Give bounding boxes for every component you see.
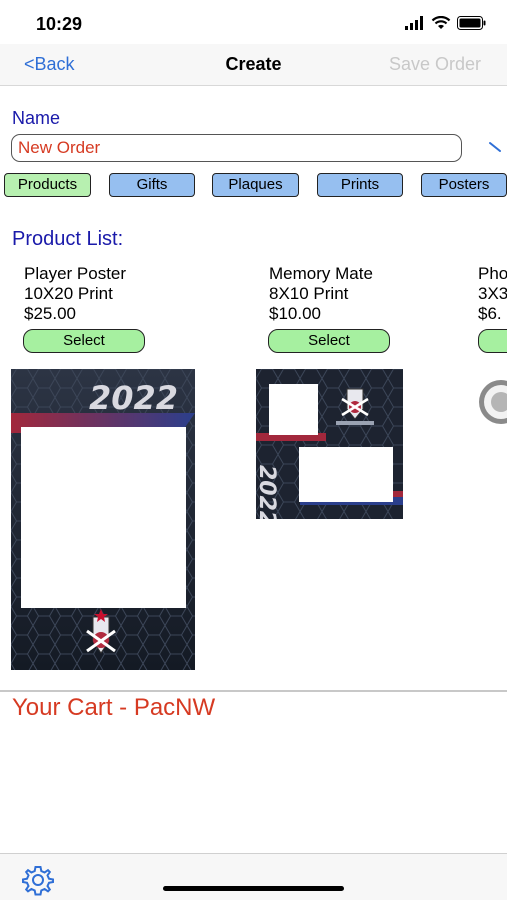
product-price: $10.00 — [269, 304, 321, 323]
battery-icon — [457, 16, 486, 30]
product-card-player-poster: Player Poster 10X20 Print $25.00 Select — [23, 264, 145, 353]
signal-icon — [405, 16, 423, 30]
category-plaques-button[interactable]: Plaques — [212, 173, 299, 197]
back-button[interactable]: <Back — [24, 54, 75, 75]
product-name: Player Poster — [24, 264, 127, 283]
category-products-button[interactable]: Products — [4, 173, 91, 197]
memory-mate-year-text: 2022 — [256, 465, 279, 519]
status-icons — [405, 16, 487, 30]
product-name: Memory Mate — [269, 264, 373, 283]
category-gifts-button[interactable]: Gifts — [109, 173, 195, 197]
product-list-label: Product List: — [12, 228, 124, 250]
chevron-down-icon[interactable] — [488, 140, 507, 156]
product-name: Pho — [478, 264, 507, 283]
category-posters-button[interactable]: Posters — [421, 173, 507, 197]
select-button[interactable]: Select — [268, 329, 390, 353]
product-card-memory-mate: Memory Mate 8X10 Print $10.00 Select — [268, 264, 390, 353]
product-price: $25.00 — [24, 304, 76, 323]
bottom-toolbar — [0, 853, 507, 900]
product-size: 10X20 Print — [24, 284, 113, 303]
select-button[interactable] — [478, 329, 507, 353]
cart-title: Your Cart - PacNW — [12, 694, 216, 721]
player-poster-image[interactable]: 2022 — [11, 369, 195, 670]
select-button[interactable]: Select — [23, 329, 145, 353]
product-price: $6. — [478, 304, 502, 323]
status-bar: 10:29 — [0, 0, 507, 44]
order-name-input[interactable] — [11, 134, 462, 162]
status-time: 10:29 — [36, 14, 83, 34]
navigation-bar: Create <Back Save Order — [0, 44, 507, 86]
home-indicator — [163, 886, 344, 891]
memory-mate-image[interactable]: 2022 — [256, 369, 403, 519]
product-size: 3X3 — [478, 284, 507, 303]
cart-divider — [0, 690, 507, 692]
gear-icon[interactable] — [22, 864, 54, 896]
name-label: Name — [12, 108, 61, 128]
save-order-button[interactable]: Save Order — [389, 54, 481, 75]
product-card-photo: Pho 3X3 $6. — [478, 264, 507, 359]
wifi-icon — [431, 16, 451, 29]
category-prints-button[interactable]: Prints — [317, 173, 403, 197]
photo-button-image[interactable] — [475, 380, 507, 424]
poster-year-text: 2022 — [89, 379, 178, 417]
product-size: 8X10 Print — [269, 284, 349, 303]
